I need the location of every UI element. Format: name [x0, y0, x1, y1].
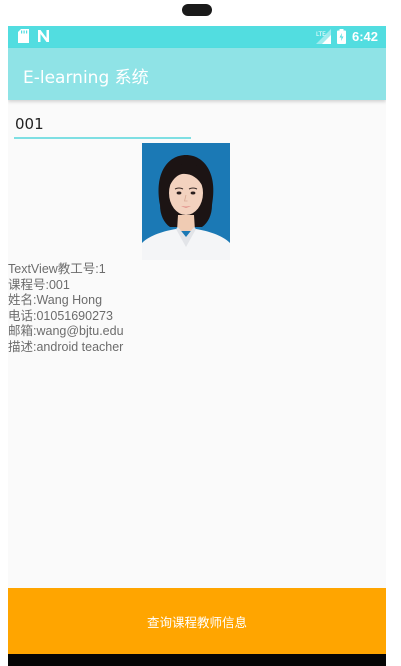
- device-frame-right: [386, 26, 401, 666]
- device-frame-top: [0, 0, 401, 26]
- app-screen: LTE 6:42 E-learning 系统 001 TextView教工号:1…: [8, 26, 386, 666]
- status-time: 6:42: [351, 28, 378, 44]
- teacher-photo: [142, 143, 230, 260]
- email-text: 邮箱:wang@bjtu.edu: [8, 324, 124, 338]
- battery-icon: [336, 28, 346, 44]
- teacher-info: TextView教工号:1 课程号:001 姓名:Wang Hong 电话:01…: [8, 262, 124, 355]
- course-number-text: 课程号:001: [8, 277, 70, 292]
- sd-card-icon: [18, 29, 29, 43]
- app-title: E-learning 系统: [23, 68, 149, 88]
- app-toolbar: E-learning 系统: [8, 48, 386, 100]
- phone-text: 电话:01051690273: [8, 308, 113, 323]
- teacher-name-text: 姓名:Wang Hong: [8, 293, 103, 307]
- course-id-input[interactable]: [14, 111, 191, 139]
- camera-cutout: [182, 4, 212, 16]
- teacher-id-text: TextView教工号:1: [8, 262, 106, 276]
- n-notification-icon: [37, 29, 50, 43]
- svg-text:LTE: LTE: [316, 31, 326, 38]
- signal-icon: LTE: [315, 28, 331, 44]
- query-teacher-button[interactable]: 查询课程教师信息: [8, 588, 386, 654]
- status-bar: LTE 6:42: [8, 26, 386, 48]
- description-text: 描述:android teacher: [8, 339, 124, 354]
- device-frame-left: [0, 26, 8, 666]
- navigation-bar: [8, 654, 386, 666]
